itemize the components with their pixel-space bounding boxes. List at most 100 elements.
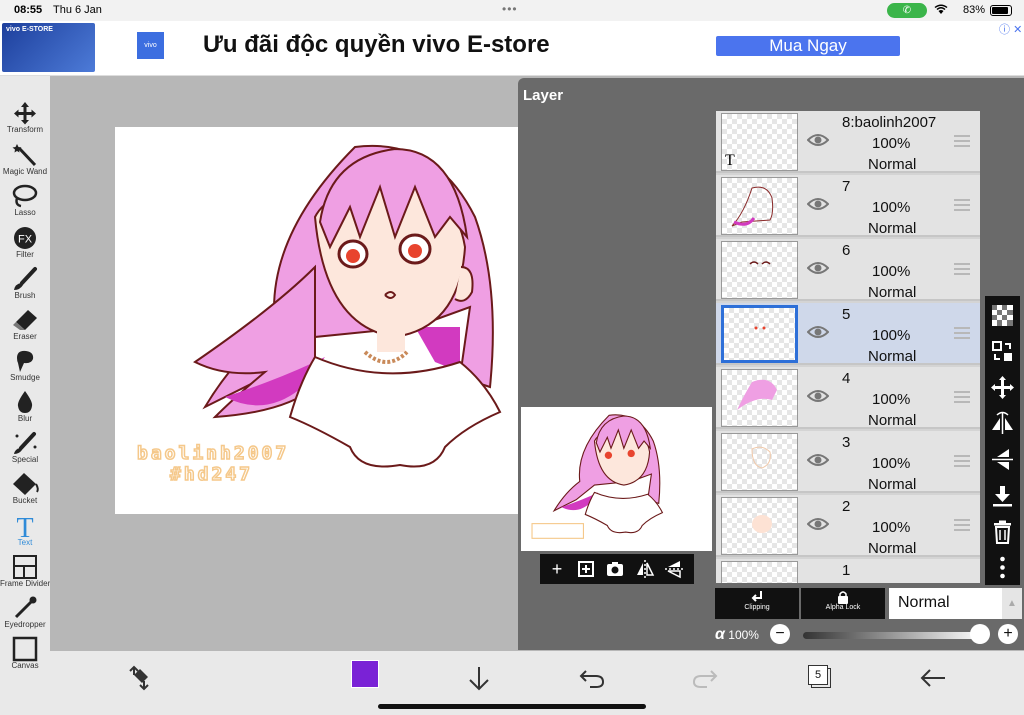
tool-text[interactable]: T Text (0, 513, 50, 553)
visibility-eye-icon[interactable] (807, 261, 829, 275)
swap-layer-icon[interactable] (989, 338, 1016, 365)
tool-eyedropper[interactable]: Eyedropper (0, 595, 50, 635)
back-arrow-icon[interactable] (918, 663, 948, 693)
phone-call-icon[interactable]: ✆ (887, 3, 927, 18)
opacity-decrease-button[interactable]: − (770, 624, 790, 644)
bucket-icon (13, 473, 39, 495)
tool-bucket[interactable]: Bucket (0, 471, 50, 511)
arrow-down-icon[interactable] (464, 663, 494, 693)
move-layer-icon[interactable] (989, 374, 1016, 401)
layer-row[interactable]: 7 100% Normal (716, 175, 980, 237)
text-layer-badge: T (725, 152, 735, 169)
opacity-slider-knob[interactable] (970, 624, 990, 644)
layer-row[interactable]: T 8:baolinh2007 100% Normal (716, 111, 980, 173)
ad-close-icon[interactable]: ✕ (1013, 24, 1022, 36)
merge-down-icon[interactable] (989, 482, 1016, 509)
ad-title[interactable]: Ưu đãi độc quyền vivo E-store (203, 31, 550, 59)
visibility-eye-icon[interactable] (807, 325, 829, 339)
drag-handle-icon[interactable] (954, 199, 970, 211)
layer-row[interactable]: 2 100% Normal (716, 495, 980, 557)
drag-handle-icon[interactable] (954, 263, 970, 275)
drag-handle-icon[interactable] (954, 391, 970, 403)
tool-blur[interactable]: Blur (0, 389, 50, 429)
tool-frame-divider[interactable]: Frame Divider (0, 554, 50, 594)
drag-handle-icon[interactable] (954, 135, 970, 147)
opacity-increase-button[interactable]: + (998, 624, 1018, 644)
visibility-eye-icon[interactable] (807, 133, 829, 147)
home-indicator[interactable] (378, 704, 646, 709)
layer-row[interactable]: 1 (716, 559, 980, 583)
layer-side-toolbar (985, 296, 1020, 585)
layer-panel: Layer + T 8:baolinh2007 100% Normal 7 10… (518, 78, 1024, 650)
eyedropper-icon (14, 596, 37, 619)
quick-tools-icon[interactable] (124, 663, 154, 693)
tool-filter[interactable]: FX Filter (0, 225, 50, 265)
flip-vertical-icon[interactable] (663, 558, 685, 580)
opacity-value: 100% (728, 628, 759, 642)
blend-mode-arrow-icon[interactable]: ▲ (1002, 588, 1022, 619)
layer-row[interactable]: 4 100% Normal (716, 367, 980, 429)
watermark-line1: baolinh2007 (137, 443, 289, 464)
clipping-button[interactable]: Clipping (715, 588, 799, 619)
visibility-eye-icon[interactable] (807, 389, 829, 403)
multitask-dots-icon[interactable]: ••• (502, 2, 518, 16)
layer-name: 3 (842, 434, 851, 451)
special-brush-icon (14, 432, 37, 454)
tool-magic-wand[interactable]: Magic Wand (0, 142, 50, 182)
layer-thumbnail (721, 241, 798, 299)
layers-count-button[interactable]: 5 (804, 663, 834, 693)
tool-canvas[interactable]: Canvas (0, 636, 50, 676)
add-layer-copy-icon[interactable] (575, 558, 597, 580)
drag-handle-icon[interactable] (954, 455, 970, 467)
tool-label: Special (11, 455, 39, 464)
layer-action-bar: + (540, 554, 694, 584)
layer-preview[interactable] (521, 407, 712, 551)
layer-row-selected[interactable]: 5 100% Normal (716, 303, 980, 365)
visibility-eye-icon[interactable] (807, 517, 829, 531)
drag-handle-icon[interactable] (954, 327, 970, 339)
tool-sidebar: Transform Magic Wand Lasso FX Filter Bru… (0, 76, 50, 715)
svg-text:FX: FX (18, 234, 33, 246)
alpha-lock-button[interactable]: Alpha Lock (801, 588, 885, 619)
layer-blend-mode: Normal (868, 156, 917, 173)
move-icon (14, 102, 36, 125)
layer-row[interactable]: 6 100% Normal (716, 239, 980, 301)
visibility-eye-icon[interactable] (807, 453, 829, 467)
ad-thumbnail[interactable]: vivo E-STORE (2, 23, 95, 72)
ad-banner[interactable]: vivo E-STORE vivo Ưu đãi độc quyền vivo … (0, 21, 1024, 76)
color-swatch[interactable] (351, 660, 379, 688)
layer-name: 7 (842, 178, 851, 195)
layer-list[interactable]: T 8:baolinh2007 100% Normal 7 100% Norma… (716, 111, 980, 583)
layer-row[interactable]: 3 100% Normal (716, 431, 980, 493)
blend-mode-select[interactable]: Normal (889, 588, 1002, 619)
layer-name: 8:baolinh2007 (842, 114, 937, 131)
more-options-icon[interactable] (989, 554, 1016, 581)
eraser-icon (13, 310, 37, 330)
flip-horizontal-icon[interactable] (634, 558, 656, 580)
tool-smudge[interactable]: Smudge (0, 348, 50, 388)
watermark-line2: #hd247 (170, 464, 253, 485)
tool-special[interactable]: Special (0, 430, 50, 470)
add-layer-icon[interactable]: + (546, 558, 568, 580)
redo-icon[interactable] (690, 663, 720, 693)
tool-transform[interactable]: Transform (0, 100, 50, 140)
flip-layer-horizontal-icon[interactable] (989, 410, 1016, 437)
visibility-eye-icon[interactable] (807, 197, 829, 211)
ad-cta-button[interactable]: Mua Ngay (716, 36, 900, 56)
transparency-checker-icon[interactable] (989, 302, 1016, 329)
status-bar: 08:55 Thu 6 Jan ••• ✆ 83% (0, 0, 1024, 21)
drag-handle-icon[interactable] (954, 519, 970, 531)
opacity-slider[interactable] (803, 632, 983, 639)
ad-logo: vivo (137, 32, 164, 59)
camera-icon[interactable] (604, 558, 626, 580)
tool-brush[interactable]: Brush (0, 266, 50, 306)
lock-icon (838, 591, 848, 604)
layer-name: 6 (842, 242, 851, 259)
ad-info-icon[interactable]: ⓘ ✕ (999, 21, 1022, 37)
battery-percent: 83% (963, 4, 986, 16)
trash-icon[interactable] (989, 518, 1016, 545)
tool-eraser[interactable]: Eraser (0, 307, 50, 347)
flip-layer-vertical-icon[interactable] (989, 446, 1016, 473)
tool-lasso[interactable]: Lasso (0, 183, 50, 223)
undo-icon[interactable] (577, 663, 607, 693)
